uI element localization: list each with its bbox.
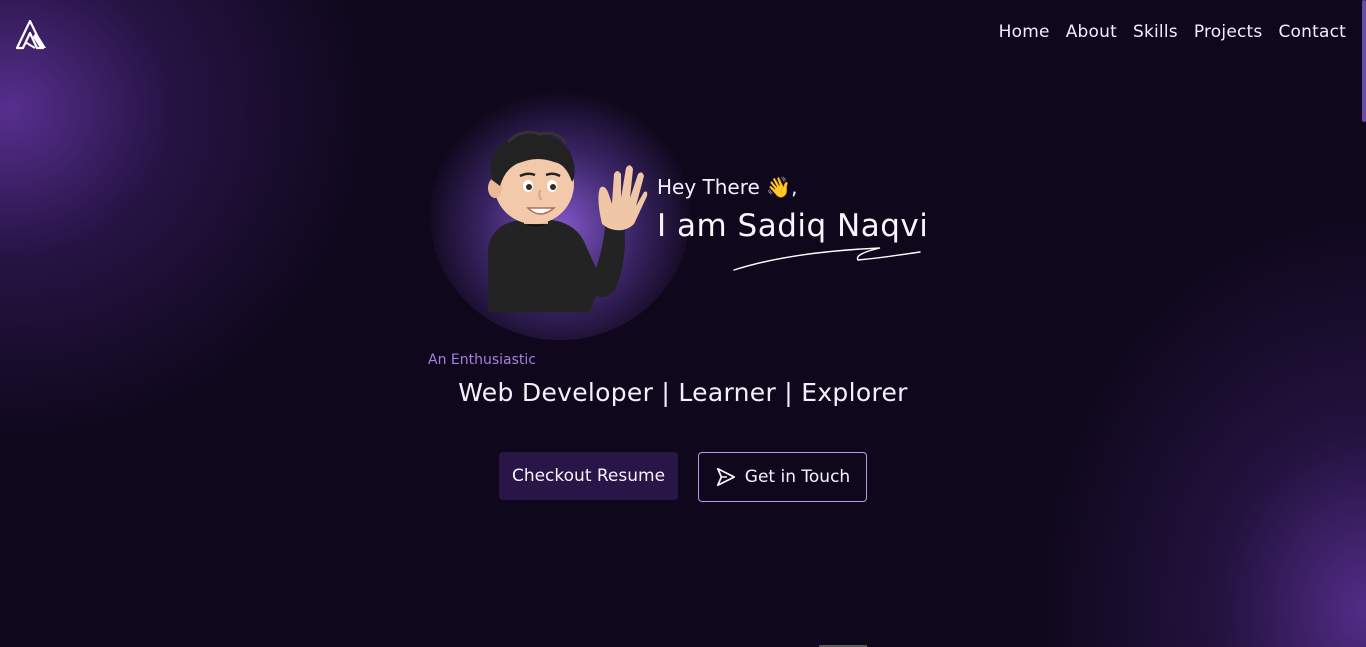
hero-page: Home About Skills Projects Contact Hey T… <box>0 0 1366 647</box>
nav-item-contact[interactable]: Contact <box>1278 22 1346 42</box>
triangle-logo-icon[interactable] <box>16 20 50 50</box>
tagline-roles: Web Developer | Learner | Explorer <box>458 378 908 407</box>
nav-item-skills[interactable]: Skills <box>1133 22 1178 42</box>
signature-underline <box>733 247 921 271</box>
checkout-resume-label: Checkout Resume <box>511 466 666 486</box>
nav-item-home[interactable]: Home <box>999 22 1050 42</box>
send-icon <box>716 467 735 487</box>
checkout-resume-button[interactable]: Checkout Resume <box>499 452 678 500</box>
get-in-touch-button[interactable]: Get in Touch <box>698 452 867 502</box>
main-nav: Home About Skills Projects Contact <box>999 22 1346 42</box>
get-in-touch-label: Get in Touch <box>744 467 851 487</box>
hero-name: I am Sadiq Naqvi <box>657 208 929 244</box>
waving-memoji-avatar <box>488 130 648 312</box>
greeting-text: Hey There 👋, <box>657 175 798 199</box>
tagline-label: An Enthusiastic <box>428 352 536 368</box>
vertical-scrollbar-thumb[interactable] <box>1362 0 1366 122</box>
nav-item-about[interactable]: About <box>1066 22 1117 42</box>
nav-item-projects[interactable]: Projects <box>1194 22 1263 42</box>
